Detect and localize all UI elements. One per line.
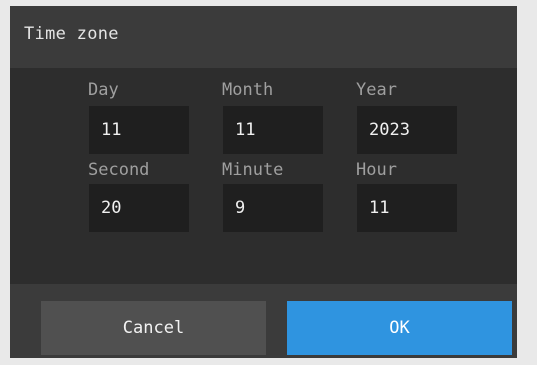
dialog-header: Time zone <box>10 6 517 68</box>
minute-label: Minute <box>222 160 284 180</box>
day-label: Day <box>88 80 119 100</box>
cancel-button[interactable]: Cancel <box>41 301 266 355</box>
dialog-footer: Cancel OK <box>10 284 517 358</box>
minute-field[interactable]: 9 <box>223 184 323 232</box>
month-field[interactable]: 11 <box>223 106 323 154</box>
hour-label: Hour <box>356 160 397 180</box>
day-field[interactable]: 11 <box>89 106 189 154</box>
hour-field[interactable]: 11 <box>357 184 457 232</box>
year-field[interactable]: 2023 <box>357 106 457 154</box>
time-zone-dialog: Time zone Day Month Year 11 11 2023 Seco… <box>10 6 517 358</box>
year-label: Year <box>356 80 397 100</box>
dialog-title: Time zone <box>24 24 119 44</box>
month-label: Month <box>222 80 274 100</box>
ok-button[interactable]: OK <box>287 301 512 355</box>
second-field[interactable]: 20 <box>89 184 189 232</box>
second-label: Second <box>88 160 150 180</box>
